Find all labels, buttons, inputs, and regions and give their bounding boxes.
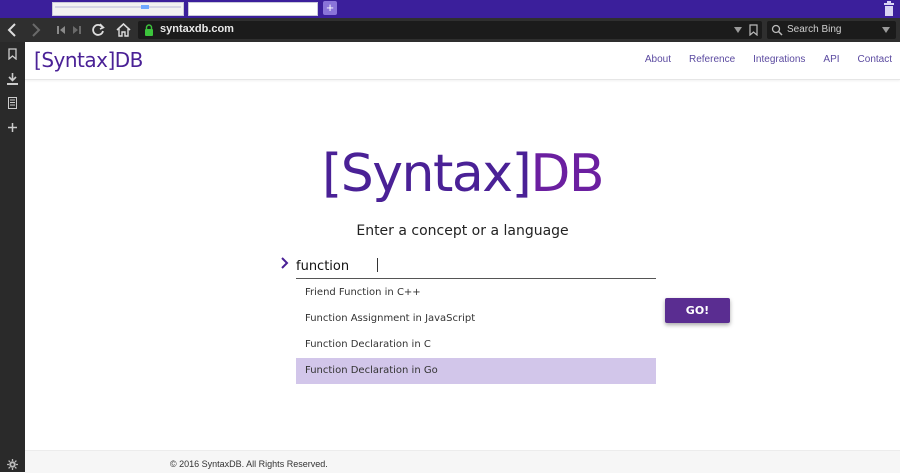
hero-logo: [Syntax]DB	[25, 142, 900, 206]
trash-icon[interactable]	[883, 1, 895, 16]
fast-forward-button[interactable]	[70, 18, 84, 42]
fast-forward-icon	[73, 26, 81, 34]
forward-icon	[32, 23, 41, 37]
autocomplete-item[interactable]: Friend Function in C++	[296, 280, 656, 306]
search-engine-placeholder: Search Bing	[787, 24, 842, 35]
browser-sidebar	[0, 42, 25, 472]
hero-logo-bracket-open: [	[321, 144, 342, 204]
text-cursor	[377, 258, 378, 272]
back-icon	[7, 23, 16, 37]
nav-api[interactable]: API	[823, 54, 839, 65]
site-logo[interactable]: [Syntax]DB	[34, 48, 143, 72]
logo-syntax: Syntax	[41, 48, 108, 72]
autocomplete-item[interactable]: Function Assignment in JavaScript	[296, 306, 656, 332]
browser-toolbar: syntaxdb.com Search Bing	[0, 18, 900, 42]
tab-thumbnail[interactable]	[52, 2, 184, 16]
nav-about[interactable]: About	[645, 54, 671, 65]
new-tab-button[interactable]: +	[323, 1, 337, 15]
forward-button[interactable]	[28, 18, 44, 42]
tab-thumbnail-highlight	[141, 5, 149, 9]
nav-integrations[interactable]: Integrations	[753, 54, 805, 65]
tab-thumbnail-active[interactable]	[188, 2, 318, 16]
autocomplete-item-active[interactable]: Function Declaration in Go	[296, 358, 656, 384]
chevron-right-icon	[281, 257, 289, 269]
site-nav: About Reference Integrations API Contact	[645, 54, 892, 65]
lock-icon	[145, 24, 153, 36]
url-text: syntaxdb.com	[160, 23, 234, 35]
download-icon[interactable]	[7, 73, 18, 85]
add-panel-icon[interactable]	[8, 123, 17, 132]
search-prompt: Enter a concept or a language	[356, 223, 569, 239]
hero-logo-db: DB	[530, 144, 604, 204]
logo-bracket-close: ]	[107, 48, 115, 72]
reload-button[interactable]	[90, 18, 106, 42]
reload-icon	[92, 23, 105, 36]
search-engine-box[interactable]: Search Bing	[767, 21, 896, 39]
site-header: [Syntax]DB About Reference Integrations …	[25, 42, 900, 80]
hero-logo-bracket-close: ]	[511, 144, 532, 204]
copyright-text: © 2016 SyntaxDB. All Rights Reserved.	[170, 459, 328, 469]
home-icon	[115, 23, 131, 37]
search-dropdown-icon[interactable]	[882, 27, 890, 33]
go-button[interactable]: GO!	[665, 298, 730, 323]
page-content: [Syntax]DB About Reference Integrations …	[25, 42, 900, 473]
search-icon	[771, 24, 783, 36]
autocomplete-list: Friend Function in C++ Function Assignme…	[296, 280, 656, 384]
autocomplete-item[interactable]: Function Declaration in C	[296, 332, 656, 358]
url-dropdown-icon[interactable]	[734, 27, 742, 33]
site-footer: © 2016 SyntaxDB. All Rights Reserved.	[25, 450, 900, 473]
notes-icon[interactable]	[8, 97, 17, 109]
logo-db: DB	[114, 48, 144, 72]
home-button[interactable]	[114, 18, 132, 42]
rewind-icon	[57, 26, 65, 34]
nav-contact[interactable]: Contact	[858, 54, 892, 65]
address-bar[interactable]: syntaxdb.com	[138, 21, 762, 39]
tab-bar: +	[0, 0, 900, 18]
bookmark-icon[interactable]	[8, 48, 17, 60]
search-input[interactable]	[296, 254, 656, 279]
bookmark-icon[interactable]	[749, 24, 758, 36]
hero-logo-syntax: Syntax	[340, 144, 513, 204]
settings-icon[interactable]	[7, 459, 18, 470]
rewind-button[interactable]	[54, 18, 68, 42]
nav-reference[interactable]: Reference	[689, 54, 735, 65]
back-button[interactable]	[4, 18, 20, 42]
tab-thumbnail-strip	[55, 6, 181, 8]
